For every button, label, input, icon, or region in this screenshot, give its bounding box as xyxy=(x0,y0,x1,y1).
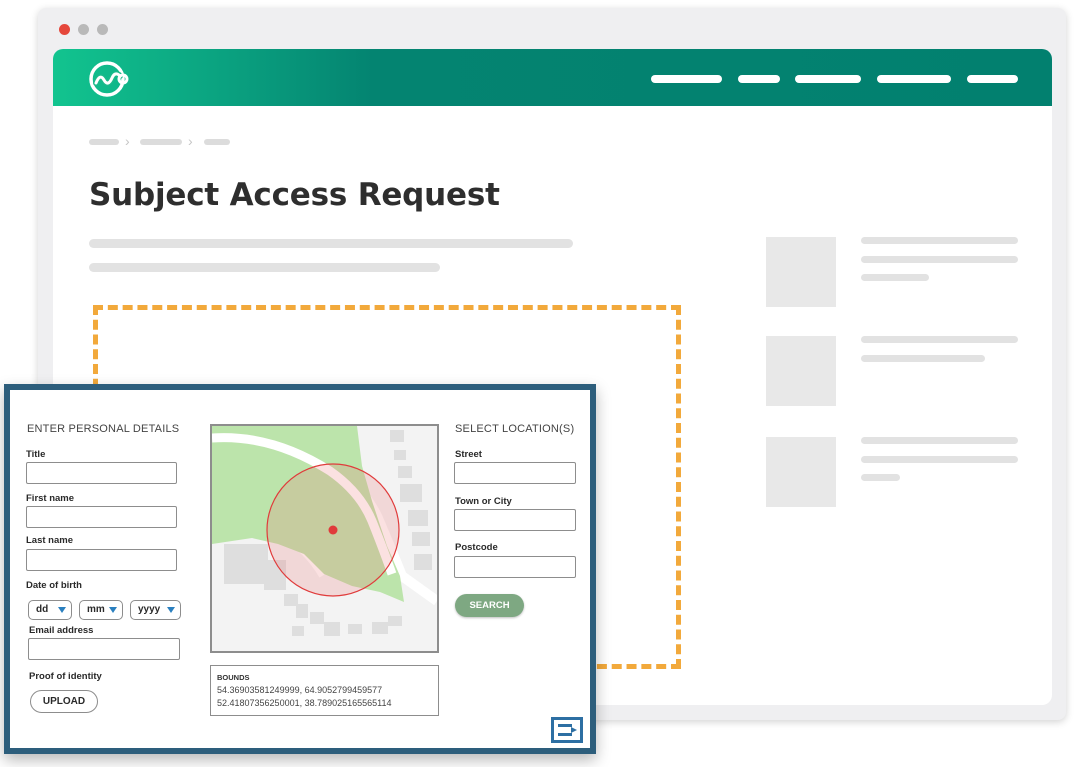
breadcrumb-item[interactable] xyxy=(89,139,119,145)
chevron-right-icon: › xyxy=(188,133,193,149)
town-or-city-label: Town or City xyxy=(455,496,512,507)
text-placeholder-line xyxy=(861,437,1018,444)
upload-button[interactable]: UPLOAD xyxy=(30,690,98,713)
first-name-field[interactable] xyxy=(26,506,177,528)
town-or-city-field[interactable] xyxy=(454,509,576,531)
text-placeholder-line xyxy=(861,336,1018,343)
page-title: Subject Access Request xyxy=(89,177,500,213)
brand-logo-icon[interactable] xyxy=(87,58,131,98)
title-label: Title xyxy=(26,449,46,460)
thumbnail-placeholder[interactable] xyxy=(766,437,836,507)
text-placeholder-line xyxy=(89,239,573,248)
text-placeholder-line xyxy=(861,456,1018,463)
personal-details-heading: ENTER PERSONAL DETAILS xyxy=(27,423,180,435)
postcode-label: Postcode xyxy=(455,542,498,553)
thumbnail-placeholder[interactable] xyxy=(766,237,836,307)
dob-year-select[interactable]: yyyy xyxy=(130,600,181,620)
text-placeholder-line xyxy=(861,474,900,481)
first-name-label: First name xyxy=(26,493,75,504)
text-placeholder-line xyxy=(861,237,1018,244)
location-map[interactable] xyxy=(210,424,439,653)
postcode-field[interactable] xyxy=(454,556,576,578)
dob-month-value: mm xyxy=(87,604,105,615)
text-placeholder-line xyxy=(861,274,929,281)
last-name-label: Last name xyxy=(26,535,73,546)
dob-day-value: dd xyxy=(36,604,49,615)
chevron-right-icon: › xyxy=(125,133,130,149)
window-maximize-dot[interactable] xyxy=(97,24,108,35)
text-placeholder-line xyxy=(861,355,985,362)
nav-link-1[interactable] xyxy=(651,75,722,83)
street-field[interactable] xyxy=(454,462,576,484)
dob-year-value: yyyy xyxy=(138,604,161,615)
bounds-heading: BOUNDS xyxy=(217,673,250,682)
bounds-line-1: 54.36903581249999, 64.9052799459577 xyxy=(217,685,383,695)
street-label: Street xyxy=(455,449,482,460)
text-placeholder-line xyxy=(89,263,440,272)
nav-link-2[interactable] xyxy=(738,75,780,83)
bounds-line-2: 52.41807356250001, 38.789025165565114 xyxy=(217,698,392,708)
last-name-field[interactable] xyxy=(26,549,177,571)
window-close-dot[interactable] xyxy=(59,24,70,35)
brand-mark-icon xyxy=(551,717,583,743)
subject-access-form: ENTER PERSONAL DETAILS Title First name … xyxy=(4,384,596,754)
dob-month-select[interactable]: mm xyxy=(79,600,123,620)
email-field[interactable] xyxy=(28,638,180,660)
dob-day-select[interactable]: dd xyxy=(28,600,72,620)
window-minimize-dot[interactable] xyxy=(78,24,89,35)
thumbnail-placeholder[interactable] xyxy=(766,336,836,406)
nav-link-5[interactable] xyxy=(967,75,1018,83)
breadcrumb-item[interactable] xyxy=(140,139,182,145)
title-field[interactable] xyxy=(26,462,177,484)
select-location-heading: SELECT LOCATION(S) xyxy=(455,423,575,435)
map-graphic xyxy=(212,426,437,651)
nav-link-4[interactable] xyxy=(877,75,951,83)
map-bounds-box: BOUNDS 54.36903581249999, 64.90527994595… xyxy=(210,665,439,716)
caret-down-icon xyxy=(167,607,175,613)
nav-link-3[interactable] xyxy=(795,75,861,83)
date-of-birth-label: Date of birth xyxy=(26,580,82,591)
breadcrumb-item[interactable] xyxy=(204,139,230,145)
caret-down-icon xyxy=(109,607,117,613)
site-header xyxy=(53,49,1052,106)
search-button[interactable]: SEARCH xyxy=(455,594,524,617)
email-address-label: Email address xyxy=(29,625,94,636)
text-placeholder-line xyxy=(861,256,1018,263)
proof-of-identity-label: Proof of identity xyxy=(29,671,102,682)
caret-down-icon xyxy=(58,607,66,613)
